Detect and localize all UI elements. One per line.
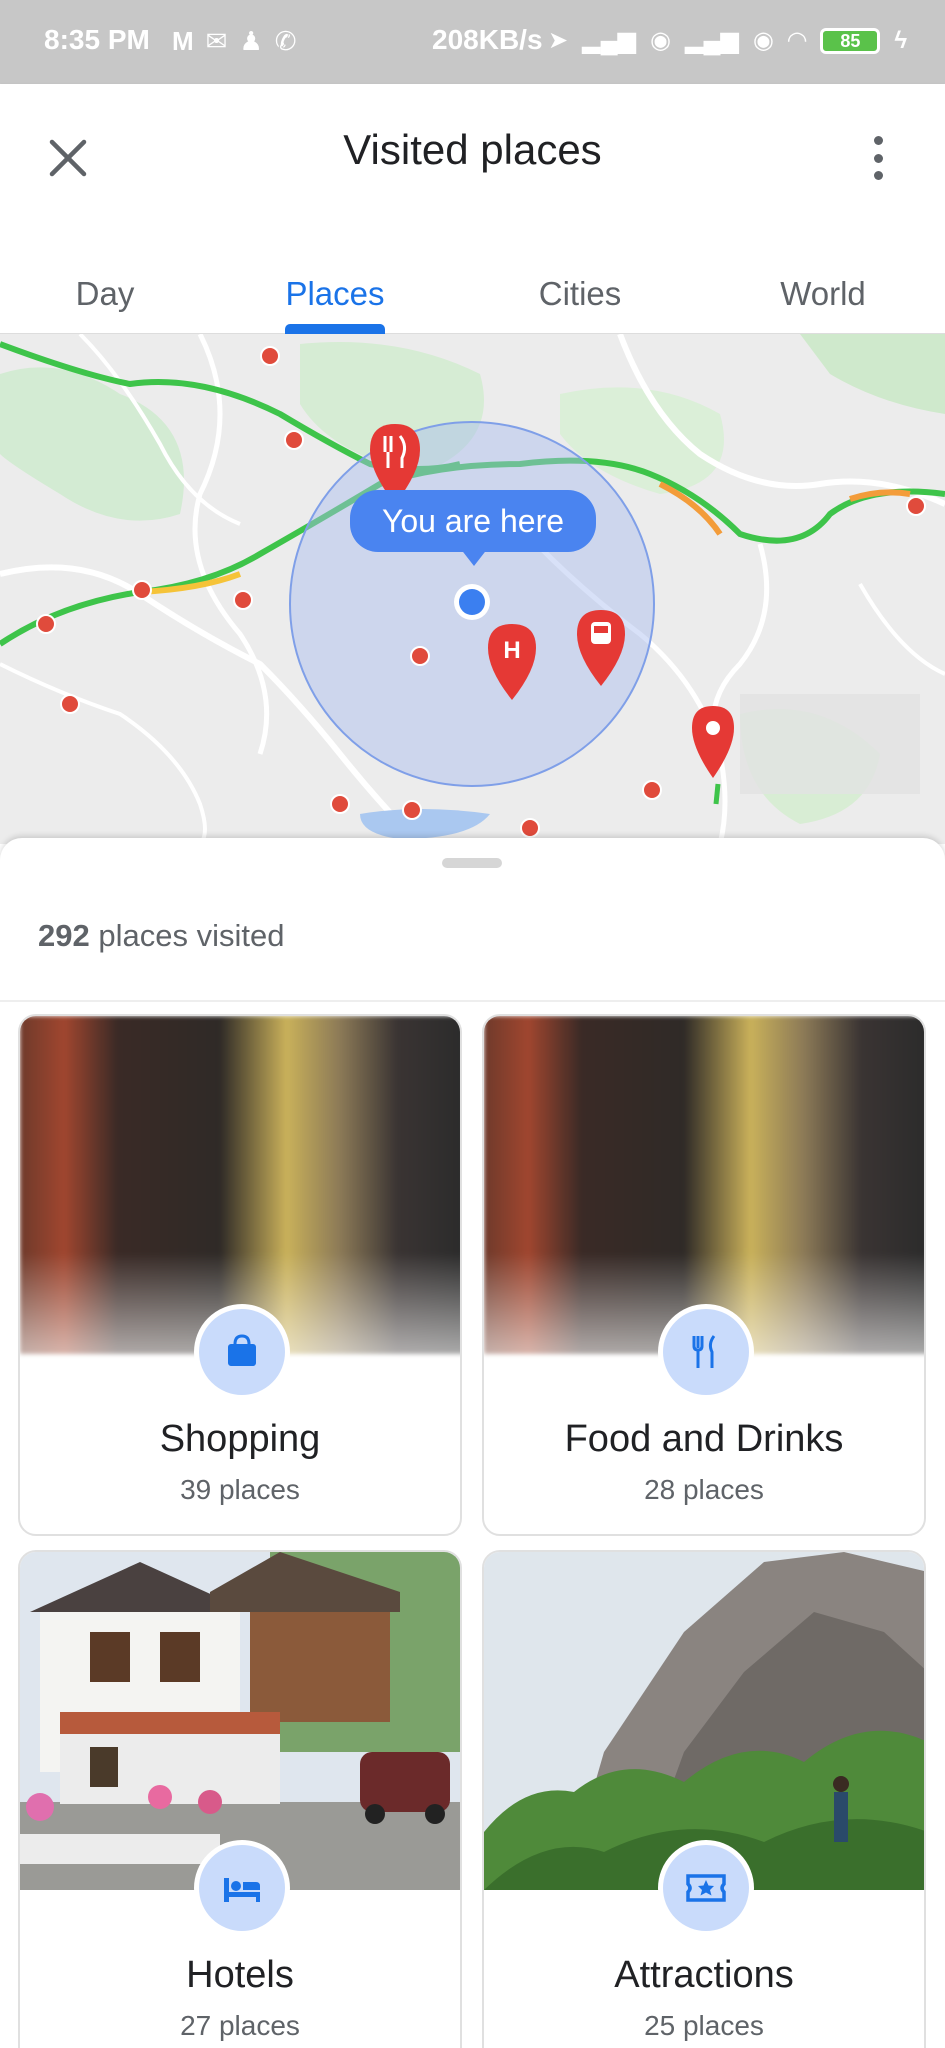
category-count: 28 places [644,1474,764,1505]
places-label: places visited [98,918,285,953]
places-count: 292 [38,918,90,953]
tab-world[interactable]: World [748,254,898,334]
shopping-icon [228,1334,256,1366]
category-name: Shopping [159,1418,321,1460]
bottom-sheet[interactable]: 292 places visited Shopping 39 places Fo… [0,838,945,2048]
mail-icon: ✉ [205,26,228,56]
tab-day[interactable]: Day [30,254,180,334]
signal-icon-2: ▂▄▆ [684,27,739,54]
notification-icons: M ✉ ♟ ✆ [172,26,297,57]
charging-icon: ϟ [894,26,908,54]
food-icon [692,1335,716,1368]
status-bar: 8:35 PM M ✉ ♟ ✆ 208KB/s ➤ ▂▄▆ ◉ ▂▄▆ ◉ ◠ … [0,0,945,84]
active-tab-indicator [285,324,385,334]
more-dot [873,153,883,163]
map-view[interactable]: H You are here [0,334,945,844]
map-canvas: H [0,334,945,844]
more-dot [873,171,883,180]
you-are-here-label: You are here [350,490,596,566]
category-card-shopping[interactable]: Shopping 39 places [18,1014,462,1536]
drag-handle[interactable] [442,858,502,868]
category-badge [194,1840,290,1936]
network-speed: 208KB/s [432,24,543,55]
more-options-button[interactable] [860,128,896,188]
category-count: 27 places [180,2010,300,2041]
wifi-calling-icon: ◉ [650,27,671,54]
divider [0,1000,945,1002]
system-icons: ➤ ▂▄▆ ◉ ▂▄▆ ◉ ◠ 85 ϟ [548,26,907,55]
places-summary: 292 places visited [38,918,284,954]
wifi-icon: ◠ [787,27,807,54]
tab-places[interactable]: Places [260,254,410,334]
app-header: Visited places Day Places Cities World [0,84,945,334]
location-icon: ➤ [548,27,569,54]
page-title: Visited places [343,126,602,173]
app-m-icon: M [172,26,194,56]
svg-text:H: H [503,637,520,664]
category-card-attractions[interactable]: Attractions 25 places [482,1550,926,2048]
signal-icon: ▂▄▆ [582,27,637,54]
tab-cities[interactable]: Cities [505,254,655,334]
battery-icon: 85 [820,27,881,54]
bed-icon [224,1878,260,1902]
ticket-star-icon [686,1874,726,1902]
category-badge [658,1304,754,1400]
category-name: Food and Drinks [564,1418,844,1460]
more-dot [873,136,883,145]
tab-bar: Day Places Cities World [0,254,945,334]
status-time: 8:35 PM [44,24,150,55]
category-badge [194,1304,290,1400]
category-count: 25 places [644,2010,764,2041]
category-card-food-and-drinks[interactable]: Food and Drinks 28 places [482,1014,926,1536]
category-count: 39 places [180,1474,300,1505]
wifi-calling-icon-2: ◉ [752,27,774,54]
category-card-hotels[interactable]: Hotels 27 places [18,1550,462,2048]
category-badge [658,1840,754,1936]
category-name: Hotels [186,1954,294,1996]
person-icon: ♟ [239,26,263,56]
category-name: Attractions [614,1954,794,1996]
whatsapp-icon: ✆ [274,26,297,56]
